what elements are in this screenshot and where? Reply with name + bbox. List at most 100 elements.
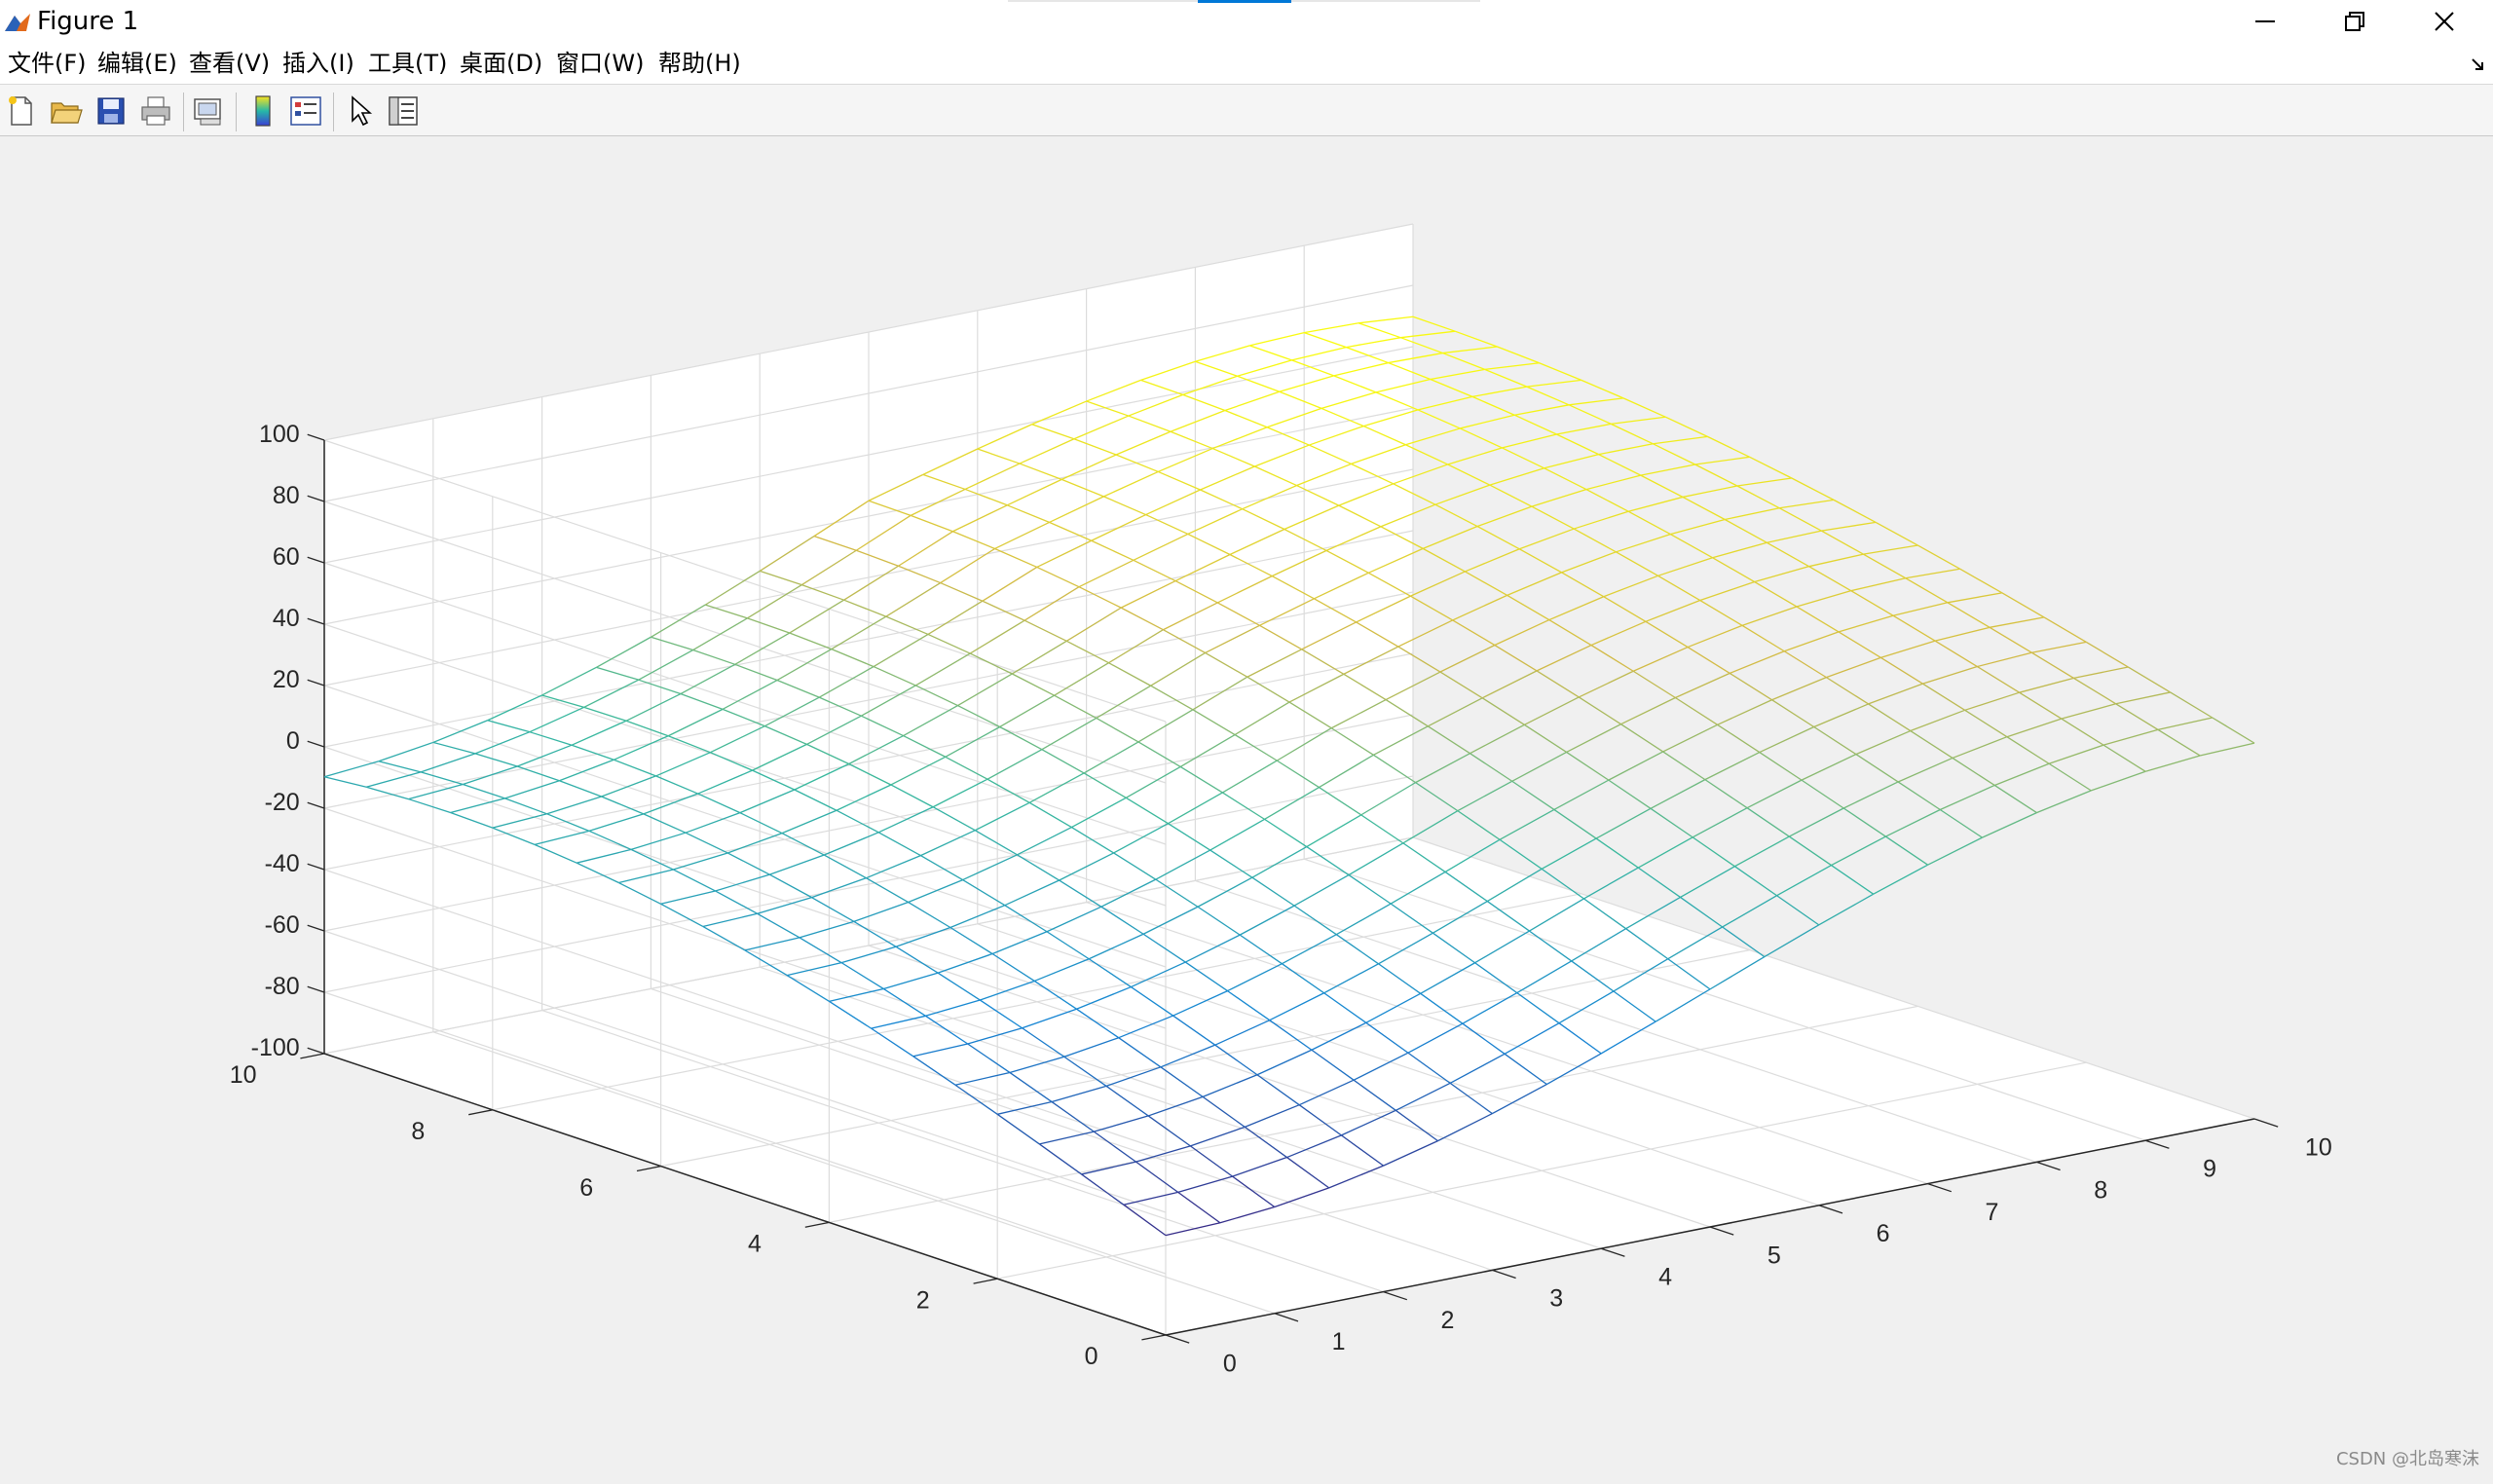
mesh-segment bbox=[1579, 670, 1634, 698]
mesh-segment bbox=[1598, 454, 1642, 476]
y-tick-label: 10 bbox=[230, 1061, 257, 1089]
mesh-segment bbox=[1620, 723, 1664, 753]
figure-toolbar bbox=[0, 85, 2493, 136]
mesh-segment bbox=[1499, 808, 1555, 840]
x-tick-label: 5 bbox=[1767, 1242, 1781, 1269]
mesh-segment bbox=[1771, 677, 1827, 701]
mesh-segment bbox=[1776, 895, 1820, 926]
menu-help[interactable]: 帮助(H) bbox=[658, 49, 741, 78]
mesh-segment bbox=[1977, 665, 2020, 693]
mesh-segment bbox=[1993, 784, 2037, 814]
mesh-segment bbox=[1692, 807, 1748, 838]
menu-file[interactable]: 文件(F) bbox=[8, 49, 87, 78]
mesh-segment bbox=[1707, 435, 1750, 458]
mesh-segment bbox=[1471, 386, 1528, 398]
restore-icon bbox=[2345, 12, 2364, 31]
toolbar-separator bbox=[183, 93, 184, 131]
y-tick-mark bbox=[804, 1221, 830, 1228]
open-file-icon bbox=[51, 102, 83, 124]
save-icon bbox=[97, 97, 125, 125]
mesh-segment bbox=[1675, 672, 1730, 699]
mesh-segment bbox=[1789, 807, 1844, 837]
mesh-segment bbox=[1680, 866, 1735, 899]
mesh-segment bbox=[1573, 528, 1617, 553]
mesh-segment bbox=[1964, 691, 2020, 711]
mesh-segment bbox=[1947, 592, 2002, 604]
mesh-segment bbox=[1813, 725, 1857, 756]
mesh-segment bbox=[1796, 590, 1851, 608]
insert-legend-icon bbox=[290, 96, 321, 126]
mesh-segment bbox=[2006, 718, 2063, 738]
mesh-segment bbox=[1873, 864, 1928, 895]
property-inspector-icon bbox=[389, 96, 418, 126]
mesh-segment bbox=[1868, 703, 1912, 732]
title-bar-accent bbox=[1198, 0, 1291, 3]
surface-plot[interactable]: 0123456789100246810-100-80-60-40-2002040… bbox=[0, 136, 2493, 1480]
mesh-segment bbox=[1989, 616, 2045, 628]
mesh-segment bbox=[1892, 602, 1949, 616]
mesh-segment bbox=[1657, 575, 1701, 602]
insert-legend-button[interactable] bbox=[288, 93, 323, 129]
property-inspector-button[interactable] bbox=[386, 93, 421, 129]
mesh-segment bbox=[1653, 435, 1708, 445]
close-button[interactable] bbox=[2400, 0, 2489, 43]
mesh-segment bbox=[1879, 656, 1923, 685]
mesh-segment bbox=[1952, 736, 2008, 760]
z-tick-label: -40 bbox=[265, 850, 300, 877]
mesh-segment bbox=[1627, 496, 1684, 512]
mesh-segment bbox=[1692, 836, 1735, 868]
restore-button[interactable] bbox=[2310, 0, 2400, 43]
mesh-segment bbox=[1736, 485, 1780, 509]
print-button[interactable] bbox=[138, 93, 173, 129]
x-tick-label: 8 bbox=[2094, 1177, 2107, 1205]
mesh-segment bbox=[1776, 865, 1832, 897]
mesh-segment bbox=[1993, 762, 2050, 787]
mesh-segment bbox=[2061, 703, 2116, 720]
figure-canvas[interactable]: 0 1 2 3 4 5 6 7 8 9 10 0 2 4 6 8 10 -100 -80 -60 -40 -20 0 20 40… bbox=[0, 136, 2493, 1480]
mesh-segment bbox=[1415, 782, 1459, 812]
window-title: Figure 1 bbox=[37, 7, 139, 36]
mesh-segment bbox=[1457, 810, 1501, 840]
insert-colorbar-button[interactable] bbox=[245, 93, 280, 129]
mesh-segment bbox=[1704, 751, 1761, 781]
mesh-segment bbox=[1875, 521, 1918, 546]
y-tick-mark bbox=[1141, 1334, 1167, 1341]
save-button[interactable] bbox=[93, 93, 129, 129]
mesh-segment bbox=[1434, 503, 1478, 528]
mesh-segment bbox=[1717, 723, 1761, 754]
mesh-segment bbox=[1457, 780, 1513, 812]
z-tick-label: 0 bbox=[286, 727, 300, 755]
mesh-segment bbox=[1536, 644, 1592, 672]
dock-arrow-icon[interactable] bbox=[2470, 56, 2485, 72]
mesh-segment bbox=[1779, 499, 1835, 509]
minimize-button[interactable] bbox=[2220, 0, 2310, 43]
open-file-button[interactable] bbox=[49, 93, 84, 129]
mesh-segment bbox=[1855, 754, 1899, 783]
mesh-segment bbox=[1783, 631, 1840, 652]
mesh-segment bbox=[1982, 812, 2037, 838]
mesh-segment bbox=[1831, 835, 1886, 867]
mesh-segment bbox=[1670, 518, 1726, 536]
menu-insert[interactable]: 插入(I) bbox=[282, 49, 354, 78]
y-tick-label: 0 bbox=[1085, 1343, 1098, 1370]
link-plot-button[interactable] bbox=[191, 93, 226, 129]
mesh-segment bbox=[1842, 807, 1886, 837]
mesh-segment bbox=[1741, 606, 1798, 626]
menu-window[interactable]: 窗口(W) bbox=[556, 49, 644, 78]
mesh-segment bbox=[1568, 404, 1612, 425]
x-tick-label: 6 bbox=[1877, 1220, 1890, 1247]
menu-tools[interactable]: 工具(T) bbox=[368, 49, 447, 78]
new-figure-button[interactable] bbox=[4, 93, 39, 129]
menu-edit[interactable]: 编辑(E) bbox=[97, 49, 177, 78]
mesh-segment bbox=[1741, 624, 1785, 652]
mesh-segment bbox=[1934, 640, 1978, 668]
menu-desktop[interactable]: 桌面(D) bbox=[460, 49, 542, 78]
mesh-segment bbox=[1935, 626, 1991, 642]
mesh-segment bbox=[1801, 779, 1844, 809]
menu-view[interactable]: 查看(V) bbox=[189, 49, 270, 78]
edit-plot-button[interactable] bbox=[343, 93, 378, 129]
z-tick-mark bbox=[307, 1047, 325, 1055]
x-tick-mark bbox=[1492, 1269, 1516, 1280]
title-bar: Figure 1 bbox=[0, 0, 2493, 43]
mesh-segment bbox=[1585, 489, 1629, 512]
